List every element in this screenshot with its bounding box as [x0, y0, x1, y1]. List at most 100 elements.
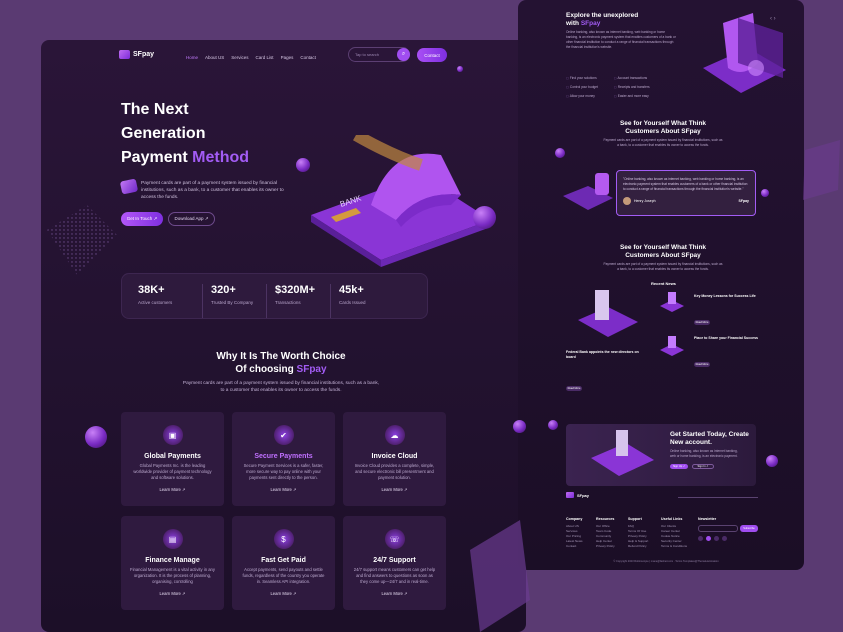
nav-contact[interactable]: Contact: [300, 55, 316, 60]
footer-col-support: Support FAQ Terms Of Use Privacy Policy …: [628, 517, 648, 549]
learn-more-link[interactable]: Learn More ↗: [232, 591, 335, 596]
footer-brand: SFpay: [577, 492, 590, 498]
recent-news-title: Recent News: [651, 281, 676, 286]
sign-up-button[interactable]: Sign Up ↗: [670, 464, 688, 469]
see-title-line1: See for Yourself What Think: [619, 120, 707, 127]
footer-link[interactable]: Contact: [566, 544, 583, 549]
explore-item: Allow your money: [566, 94, 602, 98]
footer-search-input[interactable]: [678, 494, 758, 498]
stat-value: $320M+: [275, 284, 316, 296]
why-section: Why It Is The Worth Choice Of choosing S…: [181, 350, 381, 394]
nav-services[interactable]: Services: [231, 55, 248, 60]
news-item: Key Money Lessons for Success Life: [694, 294, 769, 301]
learn-more-link[interactable]: Learn More ↗: [343, 487, 446, 492]
news-item-main: Federal Bank appoints the new directors …: [566, 350, 641, 361]
cta-title-line1: Get Started Today, Create: [670, 431, 749, 438]
next-arrow-icon[interactable]: [761, 189, 769, 197]
dot-pattern: [47, 205, 117, 275]
feature-title: Fast Get Paid: [261, 557, 306, 564]
feature-title: Global Payments: [144, 453, 201, 460]
footer-col-company: Company About US Services Our Pricing La…: [566, 517, 583, 549]
footer-link[interactable]: Refund Policy: [628, 544, 648, 549]
see-text: Payment cards are part of a payment syst…: [603, 138, 723, 147]
instagram-icon[interactable]: [714, 536, 719, 541]
finance-icon: ▤: [162, 529, 183, 549]
see-title-1: See for Yourself What Think Customers Ab…: [588, 120, 738, 136]
see-text: Payment cards are part of a payment syst…: [603, 262, 723, 271]
nav-about[interactable]: About US: [205, 55, 224, 60]
feature-card-fast-get-paid: $ Fast Get Paid Accept payments, send pa…: [232, 516, 335, 610]
news-title: Place to Share your Financial Success: [694, 336, 758, 340]
learn-more-link[interactable]: Learn More ↗: [121, 591, 224, 596]
news-title: Key Money Lessons for Success Life: [694, 294, 756, 298]
news-thumb-icon: [660, 336, 684, 356]
feature-title: Invoice Cloud: [371, 453, 418, 460]
nav-card-list[interactable]: Card List: [256, 55, 274, 60]
facebook-icon[interactable]: [698, 536, 703, 541]
news-title: Federal Bank appoints the new directors …: [566, 350, 639, 359]
read-more-button[interactable]: Read More: [566, 386, 582, 391]
explore-title: Explore the unexplored with SFpay: [566, 12, 638, 28]
nav-home[interactable]: Home: [186, 55, 198, 60]
shield-illustration: [703, 13, 786, 93]
linkedin-icon[interactable]: [722, 536, 727, 541]
footer-link[interactable]: Terms & Conditions: [661, 544, 687, 549]
contact-button[interactable]: Contact: [417, 48, 447, 62]
see-title-line2: Customers About SFpay: [625, 128, 701, 135]
news-illustration-main: [578, 290, 638, 337]
nav-pages[interactable]: Pages: [281, 55, 294, 60]
stat-value: 320+: [211, 284, 236, 296]
footer-link[interactable]: Privacy Policy: [596, 544, 615, 549]
sign-in-button[interactable]: Sign In ↗: [692, 464, 714, 469]
explore-item: Easier and more easy: [614, 94, 650, 98]
coffee-illustration: [563, 173, 613, 210]
why-description: Payment cards are part of a payment syst…: [182, 381, 380, 393]
see-title-line2: Customers About SFpay: [625, 252, 701, 259]
support-icon: ☏: [384, 529, 405, 549]
feature-desc: Invoice Cloud provides a complete, simpl…: [354, 463, 435, 480]
subscribe-button[interactable]: Subscribe: [740, 525, 758, 532]
news-item: Place to Share your Financial Success: [694, 336, 769, 343]
decor-orb: [457, 66, 463, 72]
hero-title-highlight: Method: [192, 149, 250, 166]
feature-desc: 24/7 support means customers can get hel…: [353, 567, 436, 584]
twitter-icon[interactable]: [706, 536, 711, 541]
stat-item: 38K+ Active customers: [138, 284, 202, 318]
cta-banner: Get Started Today, Create New account. O…: [566, 424, 756, 486]
money-icon: $: [273, 529, 294, 549]
testimonial-text: "Online banking, also known as internet …: [623, 177, 748, 191]
search-icon[interactable]: ⌕: [397, 48, 410, 61]
feature-desc: Secure Payment Services is a safer, fast…: [243, 463, 324, 480]
carousel-arrows[interactable]: ‹ ›: [770, 16, 776, 22]
get-in-touch-button[interactable]: Get In Touch ↗: [121, 212, 163, 226]
footer-newsletter: Newsletter Subscribe: [698, 517, 758, 541]
learn-more-link[interactable]: Learn More ↗: [343, 591, 446, 596]
card-icon: [119, 178, 139, 195]
read-more-button[interactable]: Read More: [694, 320, 710, 325]
stat-label: Transactions: [275, 300, 301, 305]
explore-title-line2: with: [566, 20, 579, 27]
see-title-line1: See for Yourself What Think: [619, 244, 707, 251]
explore-title-line1: Explore the unexplored: [566, 12, 639, 19]
download-app-button[interactable]: Download App ↗: [168, 212, 215, 226]
secure-card-icon: ✔: [273, 425, 294, 445]
footer-logo[interactable]: SFpay: [566, 492, 589, 498]
read-more-button[interactable]: Read More: [694, 362, 710, 367]
hero-title: The Next Generation Payment Method: [121, 98, 271, 170]
decor-glass-shape: [470, 520, 530, 632]
decor-orb: [296, 158, 310, 172]
decor-orb: [548, 420, 558, 430]
learn-more-link[interactable]: Learn More ↗: [121, 487, 224, 492]
newsletter-email-input[interactable]: [698, 525, 738, 532]
hero-title-line1: The Next: [121, 101, 189, 118]
footer-col-title: Company: [566, 517, 583, 521]
stat-value: 38K+: [138, 284, 165, 296]
see-title-2: See for Yourself What Think Customers Ab…: [588, 244, 738, 260]
explore-item: Control your budget: [566, 85, 602, 89]
learn-more-link[interactable]: Learn More ↗: [232, 487, 335, 492]
stat-label: Trusted By Company: [211, 300, 254, 305]
logo[interactable]: SFpay: [119, 50, 154, 59]
avatar: [623, 197, 631, 206]
explore-item: Account transactions: [614, 76, 650, 80]
explore-text: Online banking, also known as internet b…: [566, 30, 676, 49]
